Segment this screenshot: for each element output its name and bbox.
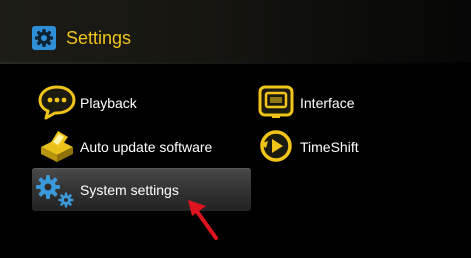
menu-item-playback[interactable]: Playback bbox=[38, 84, 238, 122]
gears-icon bbox=[36, 175, 74, 208]
gear-icon bbox=[32, 26, 56, 50]
menu-item-auto-update-software[interactable]: Auto update software bbox=[38, 127, 238, 165]
menu-item-label: Auto update software bbox=[80, 139, 213, 155]
header-divider bbox=[0, 62, 471, 64]
speech-bubble-icon bbox=[38, 85, 76, 120]
menu-item-label: System settings bbox=[80, 182, 179, 198]
screen-icon bbox=[258, 85, 294, 118]
menu-item-label: Interface bbox=[300, 95, 355, 111]
red-arrow-icon bbox=[188, 200, 218, 240]
menu-item-timeshift[interactable]: TimeShift bbox=[258, 127, 408, 165]
menu-item-label: Playback bbox=[80, 95, 137, 111]
menu-item-interface[interactable]: Interface bbox=[258, 84, 408, 122]
receiver-box-icon bbox=[41, 131, 73, 162]
menu-item-label: TimeShift bbox=[300, 139, 359, 155]
timeshift-icon bbox=[260, 130, 292, 162]
page-title: Settings bbox=[66, 28, 132, 48]
